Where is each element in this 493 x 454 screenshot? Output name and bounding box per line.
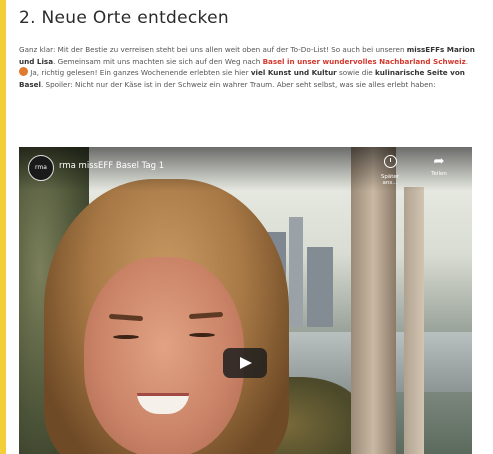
video-person-face <box>84 257 244 454</box>
intro-text: Ja, richtig gelesen! Ein ganzes Wochenen… <box>28 68 251 77</box>
video-building <box>289 217 303 327</box>
watch-later-label: Später ans... <box>380 174 400 186</box>
play-button[interactable] <box>223 348 267 378</box>
accent-bar <box>0 0 6 454</box>
intro-paragraph: Ganz klar: Mit der Bestie zu verreisen s… <box>19 44 475 90</box>
intro-text: . <box>465 56 469 66</box>
intro-bold-kultur: viel Kunst und Kultur <box>250 68 337 77</box>
article-section: 2. Neue Orte entdecken Ganz klar: Mit de… <box>19 8 475 90</box>
basel-link[interactable]: Basel in unser wundervolles Nachbarland … <box>263 57 466 66</box>
intro-text: . Gemeinsam mit uns machten sie sich auf… <box>53 56 263 66</box>
video-person-eye <box>189 333 215 337</box>
share-button[interactable]: ➦ Teilen <box>424 154 454 178</box>
share-label: Teilen <box>431 171 447 177</box>
section-heading: 2. Neue Orte entdecken <box>19 8 229 28</box>
video-person-eye <box>113 335 139 339</box>
watch-later-button[interactable]: Später ans... <box>375 155 405 186</box>
intro-text: Ganz klar: Mit der Bestie zu verreisen s… <box>19 45 407 54</box>
emoji-icon <box>19 67 28 76</box>
channel-avatar-icon[interactable]: rma <box>28 155 54 181</box>
share-icon: ➦ <box>433 154 445 169</box>
video-player[interactable]: rma rma missEFF Basel Tag 1 Später ans..… <box>19 147 472 454</box>
video-building <box>307 247 333 327</box>
intro-text: sowie die <box>336 68 376 77</box>
video-pillar <box>351 147 396 454</box>
intro-text: . Spoiler: Nicht nur der Käse ist in der… <box>40 79 436 89</box>
video-pillar <box>404 187 424 454</box>
video-title[interactable]: rma missEFF Basel Tag 1 <box>59 161 164 171</box>
clock-icon <box>383 155 397 168</box>
